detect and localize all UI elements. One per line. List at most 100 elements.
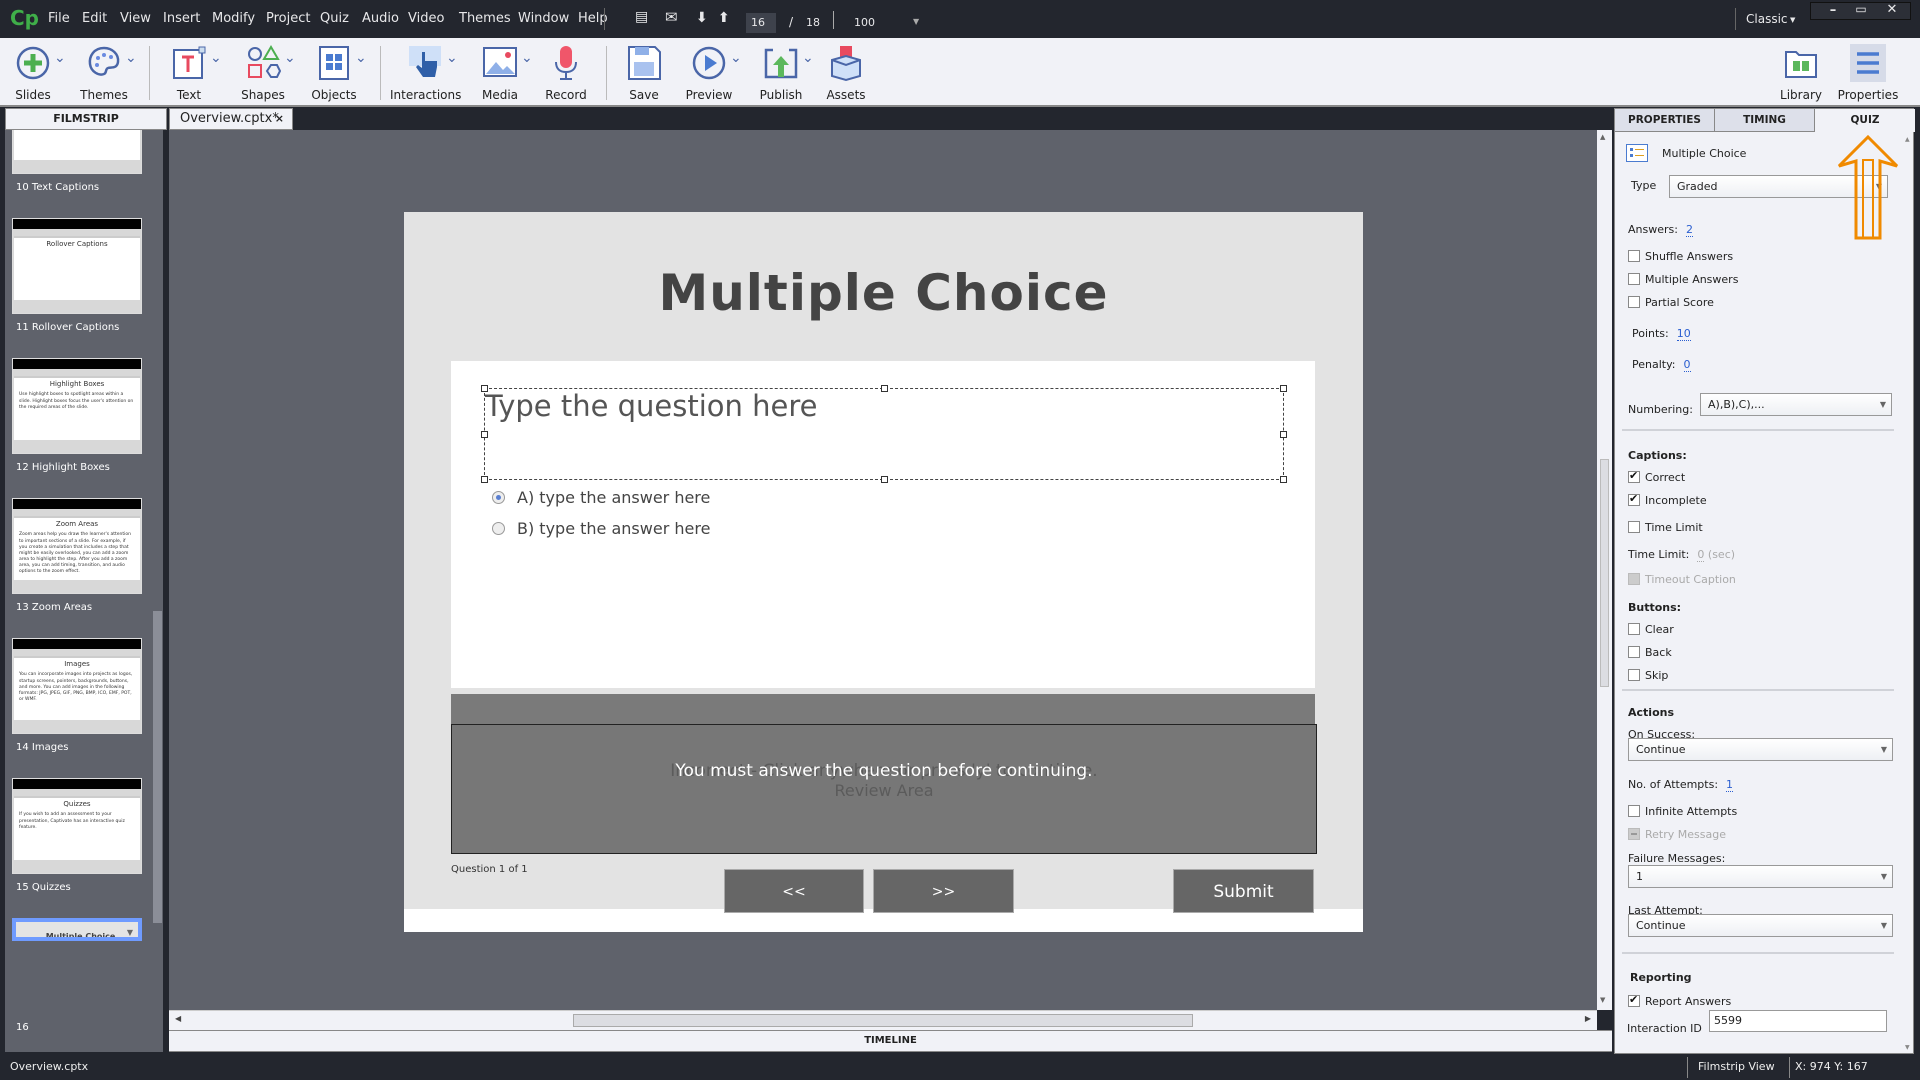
filmstrip-slide[interactable]: Zoom Areas Zoom areas help you draw the l… [5, 498, 163, 638]
slide-thumbnail[interactable]: Highlight Boxes Use highlight boxes to sp… [12, 358, 142, 454]
resize-handle[interactable] [481, 385, 488, 392]
chevron-down-icon[interactable]: ⌄ [54, 50, 66, 66]
points-value[interactable]: 10 [1676, 327, 1691, 341]
checkbox[interactable] [1628, 805, 1640, 817]
question-text[interactable]: Type the question here [485, 389, 818, 423]
infinite-attempts-checkbox[interactable]: Infinite Attempts [1628, 805, 1737, 818]
resize-handle[interactable] [1280, 385, 1287, 392]
resize-handle[interactable] [881, 385, 888, 392]
incomplete-caption-checkbox[interactable]: Incomplete [1628, 494, 1707, 507]
menu-file[interactable]: File [48, 11, 70, 26]
stage-vertical-scrollbar[interactable]: ▲ ▼ [1597, 130, 1612, 1010]
close-tab-icon[interactable]: × [275, 109, 284, 129]
toolbar-library-button[interactable]: Library [1766, 44, 1836, 102]
answers-value[interactable]: 2 [1685, 223, 1693, 237]
filmstrip-slide[interactable]: Multiple ChoiceType the question here 16 [5, 918, 163, 1052]
arrow-down-icon[interactable]: ⬇ [696, 10, 708, 26]
menu-audio[interactable]: Audio [362, 11, 399, 26]
close-icon[interactable]: ✕ [1877, 2, 1907, 17]
toolbar-properties-button[interactable]: Properties [1833, 44, 1903, 102]
skip-button-checkbox[interactable]: Skip [1628, 669, 1668, 682]
attempts-value[interactable]: 1 [1726, 778, 1734, 792]
multiple-answers-checkbox[interactable]: Multiple Answers [1628, 273, 1738, 286]
scroll-left-icon[interactable]: ◀ [175, 1014, 181, 1023]
answer-option-b[interactable]: B) type the answer here [492, 519, 710, 538]
slide-thumbnail[interactable]: Rollover Captions [12, 218, 142, 314]
chevron-down-icon[interactable]: ▼ [1790, 16, 1795, 24]
slide-thumbnail[interactable]: Zoom Areas Zoom areas help you draw the l… [12, 498, 142, 594]
checkbox[interactable] [1628, 250, 1640, 262]
interaction-id-input[interactable]: 5599 [1709, 1010, 1887, 1032]
minimize-icon[interactable]: – [1820, 3, 1846, 18]
checkbox[interactable] [1628, 669, 1640, 681]
filmstrip-slide[interactable]: Images You can incorporate images into pr… [5, 638, 163, 778]
checkbox[interactable] [1628, 995, 1640, 1007]
clear-button-checkbox[interactable]: Clear [1628, 623, 1674, 636]
next-button[interactable]: >> [873, 869, 1014, 913]
checkbox[interactable] [1628, 494, 1640, 506]
document-tab[interactable]: Overview.cptx* × [169, 108, 293, 130]
filmstrip-slide[interactable]: Quizzes If you wish to add an assessment … [5, 778, 163, 918]
slide-thumbnail[interactable]: voice-over narration, you can use text c… [12, 130, 142, 174]
chevron-down-icon[interactable]: ⌄ [210, 50, 222, 66]
resize-handle[interactable] [1280, 431, 1287, 438]
chevron-down-icon[interactable]: ⌄ [730, 50, 742, 66]
chevron-down-icon[interactable]: ⌄ [355, 50, 367, 66]
toolbar-assets-button[interactable]: Assets [811, 44, 881, 102]
menu-quiz[interactable]: Quiz [320, 11, 349, 26]
menu-insert[interactable]: Insert [163, 11, 200, 26]
submit-button[interactable]: Submit [1173, 869, 1314, 913]
menu-video[interactable]: Video [408, 11, 444, 26]
checkbox[interactable] [1628, 623, 1640, 635]
toolbar-preview-button[interactable]: Preview ⌄ [674, 44, 744, 102]
menu-view[interactable]: View [120, 11, 151, 26]
review-area[interactable]: Incorrect - Click anywhere or press 'y' … [451, 724, 1317, 854]
checkbox[interactable] [1628, 521, 1640, 533]
menu-window[interactable]: Window [518, 11, 569, 26]
answer-option-a[interactable]: A) type the answer here [492, 488, 710, 507]
penalty-value[interactable]: 0 [1683, 358, 1691, 372]
toolbar-save-button[interactable]: Save [609, 44, 679, 102]
filmstrip-slide[interactable]: voice-over narration, you can use text c… [5, 130, 163, 218]
filmstrip-tab[interactable]: FILMSTRIP [5, 108, 167, 130]
scroll-up-icon[interactable]: ▲ [1905, 136, 1910, 143]
report-answers-checkbox[interactable]: Report Answers [1628, 995, 1731, 1008]
checkbox[interactable] [1628, 646, 1640, 658]
scrollbar-thumb[interactable] [153, 611, 162, 923]
toolbar-objects-button[interactable]: Objects ⌄ [299, 44, 369, 102]
checkbox[interactable] [1628, 296, 1640, 308]
chevron-down-icon[interactable]: ⌄ [284, 50, 296, 66]
checkbox[interactable] [1628, 273, 1640, 285]
filmstrip-slide[interactable]: Highlight Boxes Use highlight boxes to sp… [5, 358, 163, 498]
menu-modify[interactable]: Modify [212, 11, 255, 26]
resize-handle[interactable] [481, 431, 488, 438]
slide-notes-icon[interactable]: ▤ [635, 9, 648, 25]
scrollbar-thumb[interactable] [573, 1014, 1193, 1027]
toolbar-interactions-button[interactable]: Interactions ⌄ [390, 44, 461, 102]
on-success-select[interactable]: Continue [1628, 738, 1893, 761]
menu-project[interactable]: Project [266, 11, 310, 26]
menu-themes[interactable]: Themes [459, 11, 511, 26]
scrollbar-thumb[interactable] [1600, 459, 1609, 687]
slide-number-input[interactable]: 16 [746, 13, 776, 33]
toolbar-themes-button[interactable]: Themes ⌄ [69, 44, 139, 102]
numbering-select[interactable]: A),B),C),... [1700, 393, 1892, 416]
maximize-icon[interactable]: ▭ [1848, 2, 1874, 16]
failure-messages-select[interactable]: 1 [1628, 865, 1893, 888]
resize-handle[interactable] [1280, 476, 1287, 483]
scroll-down-icon[interactable]: ▼ [1600, 996, 1605, 1004]
toolbar-text-button[interactable]: Text ⌄ [154, 44, 224, 102]
zoom-dropdown-icon[interactable]: ▼ [913, 17, 919, 26]
partial-score-checkbox[interactable]: Partial Score [1628, 296, 1714, 309]
radio-button[interactable] [492, 491, 505, 504]
stage-horizontal-scrollbar[interactable]: ◀ ▶ [169, 1010, 1597, 1030]
arrow-up-icon[interactable]: ⬆ [718, 10, 730, 26]
timeline-bar[interactable]: TIMELINE [169, 1030, 1612, 1052]
slide-title[interactable]: Multiple Choice [404, 264, 1363, 322]
checkbox[interactable] [1628, 471, 1640, 483]
slide-thumbnail[interactable]: Quizzes If you wish to add an assessment … [12, 778, 142, 874]
resize-handle[interactable] [481, 476, 488, 483]
tab-properties[interactable]: PROPERTIES [1615, 109, 1715, 132]
scroll-up-icon[interactable]: ▲ [1600, 133, 1605, 141]
toolbar-record-button[interactable]: Record [531, 44, 601, 102]
